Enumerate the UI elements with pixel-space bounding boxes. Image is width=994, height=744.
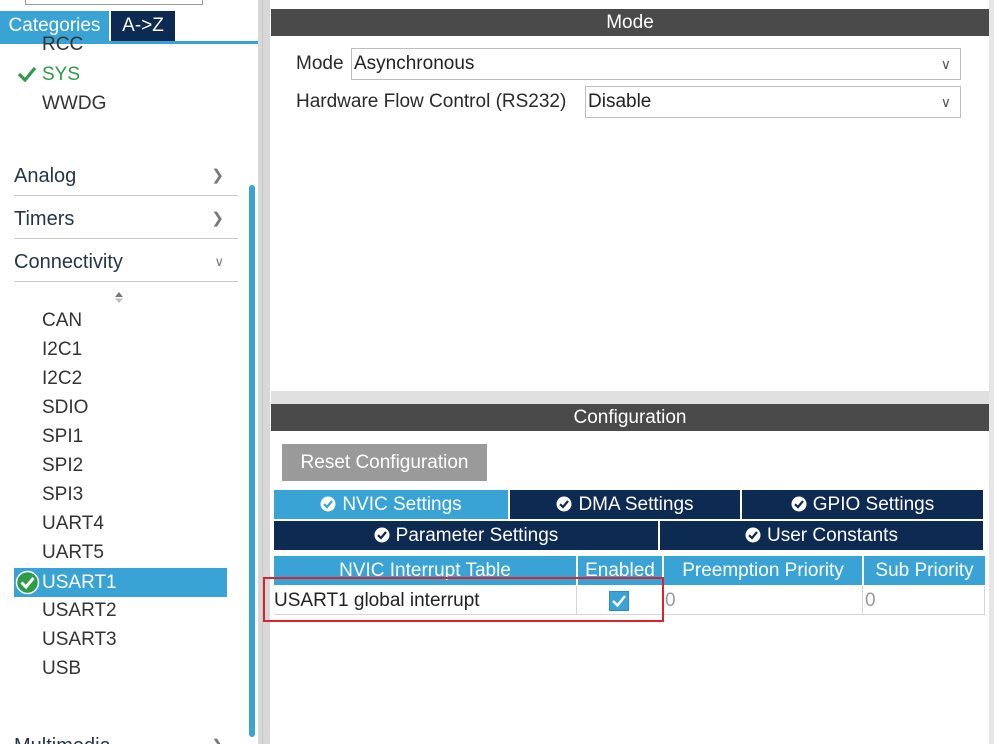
table-cell-sub-priority[interactable]: 0 [863, 586, 985, 615]
tab-nvic-settings[interactable]: NVIC Settings [274, 490, 508, 519]
flow-control-select[interactable]: Disable ∨ [585, 86, 961, 118]
check-circle-icon [320, 496, 336, 512]
chevron-right-icon: ❯ [211, 210, 224, 227]
check-circle-icon [791, 496, 807, 512]
tab-label: GPIO Settings [812, 494, 935, 515]
configuration-header: Configuration [271, 404, 989, 431]
reset-configuration-button[interactable]: Reset Configuration [282, 444, 487, 481]
sidebar-item-wwdg[interactable]: WWDG [42, 90, 106, 117]
category-label: Multimedia [14, 735, 111, 744]
tab-label: DMA Settings [578, 494, 694, 515]
mode-label: Mode [296, 53, 344, 74]
sort-icon[interactable] [114, 290, 124, 304]
sidebar-item-spi3[interactable]: SPI3 [42, 481, 83, 508]
sidebar-item-usb[interactable]: USB [42, 655, 81, 682]
mode-select[interactable]: Asynchronous ∨ [351, 48, 961, 80]
mode-header: Mode [271, 9, 989, 36]
check-icon [17, 66, 37, 82]
sidebar-item-label: USART1 [42, 572, 117, 593]
category-multimedia[interactable]: Multimedia ❯ [14, 731, 238, 744]
sidebar-item-uart5[interactable]: UART5 [42, 539, 104, 566]
sidebar-item-usart3[interactable]: USART3 [42, 626, 117, 653]
sidebar-item-spi1[interactable]: SPI1 [42, 423, 83, 450]
chevron-down-icon: ∨ [940, 56, 951, 72]
sidebar-item-i2c2[interactable]: I2C2 [42, 365, 82, 392]
splitter[interactable] [258, 0, 270, 744]
tab-label: Parameter Settings [395, 525, 559, 546]
check-circle-icon [556, 496, 572, 512]
category-label: Analog [14, 165, 77, 187]
right-edge [989, 0, 994, 744]
mode-select-value: Asynchronous [354, 53, 475, 74]
sidebar-item-i2c1[interactable]: I2C1 [42, 336, 82, 363]
check-circle-icon [15, 570, 40, 595]
category-label: Connectivity [14, 251, 123, 273]
column-header-preemption-priority[interactable]: Preemption Priority [664, 556, 862, 585]
highlight-box [263, 577, 664, 622]
tab-label: NVIC Settings [342, 494, 462, 515]
flow-control-label: Hardware Flow Control (RS232) [296, 91, 567, 112]
column-header-sub-priority[interactable]: Sub Priority [864, 556, 985, 585]
category-timers[interactable]: Timers ❯ [14, 204, 238, 239]
panel-gap [271, 391, 989, 404]
check-circle-icon [374, 527, 390, 543]
sidebar-item-spi2[interactable]: SPI2 [42, 452, 83, 479]
sidebar-item-can[interactable]: CAN [42, 307, 82, 334]
chevron-down-icon: ∨ [214, 254, 224, 269]
category-label: Timers [14, 208, 75, 230]
chevron-right-icon: ❯ [211, 731, 224, 744]
tab-parameter-settings[interactable]: Parameter Settings [274, 521, 658, 550]
sidebar-item-usart2[interactable]: USART2 [42, 597, 117, 624]
category-analog[interactable]: Analog ❯ [14, 161, 238, 196]
scrollbar[interactable] [249, 185, 255, 737]
sidebar-item-rcc[interactable]: RCC [42, 34, 83, 56]
sidebar-item-sys[interactable]: SYS [42, 61, 80, 88]
splitter-line [262, 0, 263, 744]
chevron-down-icon: ∨ [940, 94, 951, 110]
tab-label: User Constants [767, 525, 898, 546]
tab-a-to-z[interactable]: A->Z [111, 11, 175, 41]
tab-dma-settings[interactable]: DMA Settings [510, 490, 740, 519]
tab-underline [0, 41, 258, 44]
search-input[interactable] [25, 0, 203, 5]
flow-control-value: Disable [588, 91, 652, 112]
sidebar-item-sdio[interactable]: SDIO [42, 394, 88, 421]
tab-gpio-settings[interactable]: GPIO Settings [742, 490, 983, 519]
chevron-right-icon: ❯ [211, 167, 224, 184]
sidebar-item-uart4[interactable]: UART4 [42, 510, 104, 537]
categories-panel: Categories A->Z RCC SYS WWDG Analog ❯ Ti… [0, 0, 258, 744]
category-connectivity[interactable]: Connectivity ∨ [14, 247, 238, 282]
table-cell-preemption-priority[interactable]: 0 [663, 586, 863, 615]
tab-user-constants[interactable]: User Constants [660, 521, 983, 550]
check-circle-icon [745, 527, 761, 543]
